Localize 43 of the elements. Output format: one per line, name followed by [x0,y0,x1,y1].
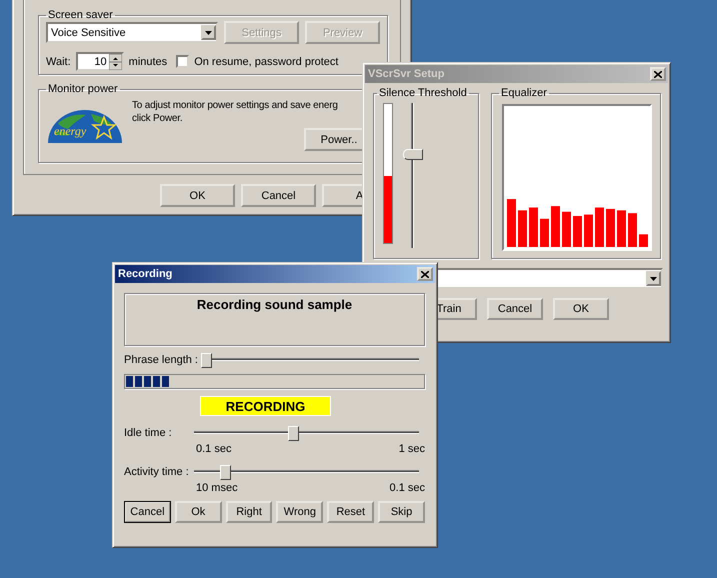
close-icon [654,70,662,78]
description-text: click Power. [132,112,184,125]
wait-spinbox[interactable]: 10 [76,52,124,71]
dialog-button[interactable]: Cancel [124,501,171,523]
group-title: Equalizer [500,87,548,99]
dialog-button[interactable]: Ok [174,501,222,523]
phrase-length-label: Phrase length : [124,354,199,366]
slider-thumb[interactable] [288,426,300,441]
close-icon [421,270,429,278]
group-title: Silence Threshold [378,87,468,99]
slider-thumb[interactable] [220,465,231,480]
range-min-label: 0.1 sec [196,443,232,455]
wait-label: Wait: [46,56,71,68]
globe-star-logo: energy [46,109,124,143]
close-button[interactable] [417,267,433,281]
window-title: Recording [118,268,172,280]
message-text: Recording sound sample [196,297,352,312]
dialog-button[interactable]: Right [226,501,272,523]
slider-label: Idle time : [124,427,173,439]
password-checkbox[interactable] [176,55,190,68]
window-title: VScrSvr Setup [368,68,444,80]
dialog-button[interactable]: OK [553,298,609,320]
spin-arrows-icon [108,54,122,70]
screen-saver-dropdown[interactable]: Voice Sensitive [46,22,218,43]
range-max-label: 0.1 sec [390,482,425,494]
close-button[interactable] [650,67,666,81]
description-text: To adjust monitor power settings and save energ [132,99,339,112]
dialog-button[interactable]: OK [160,184,235,207]
dialog-button[interactable]: Cancel [487,298,543,320]
range-min-label: 10 msec [196,482,238,494]
minutes-label: minutes [128,56,168,68]
slider-thumb[interactable] [403,148,423,160]
group-title: Screen saver [47,9,114,21]
range-max-label: 1 sec [398,443,425,455]
group-title: Monitor power [47,83,119,95]
dialog-button[interactable]: Skip [378,501,425,523]
dialog-button[interactable]: Cancel [241,184,316,207]
slider-label: Activity time : [124,466,190,478]
slider-thumb[interactable] [201,353,212,368]
dialog-button[interactable]: Reset [327,501,374,523]
password-label: On resume, password protect [194,56,338,68]
recording-status: RECORDING [200,396,331,416]
dialog-button[interactable]: Wrong [276,501,324,523]
